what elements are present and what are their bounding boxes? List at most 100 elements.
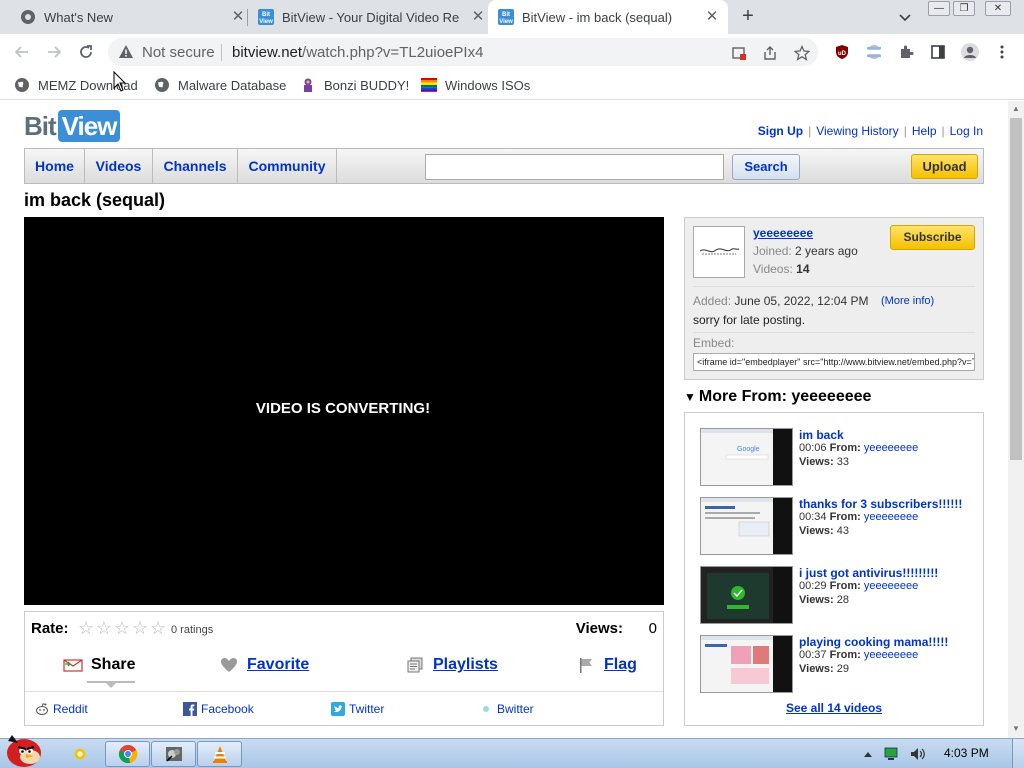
share-reddit-link[interactable]: Reddit bbox=[35, 702, 88, 716]
popup-blocked-icon[interactable] bbox=[730, 44, 748, 62]
video-player[interactable]: VIDEO IS CONVERTING! bbox=[24, 217, 664, 605]
scroll-up-arrow-icon[interactable]: ▲ bbox=[1012, 105, 1020, 113]
search-input[interactable] bbox=[425, 154, 724, 180]
extension-flag-icon[interactable] bbox=[864, 42, 884, 62]
side-panel-icon[interactable] bbox=[928, 42, 948, 62]
tab-bitview-home[interactable]: Bit View BitView - Your Digital Video Re … bbox=[250, 0, 486, 34]
reload-icon[interactable] bbox=[76, 42, 96, 62]
rating-star-icon[interactable]: ☆ bbox=[77, 619, 95, 637]
explorer-folder-icon[interactable] bbox=[72, 746, 88, 762]
close-tab-icon[interactable]: ✕ bbox=[230, 9, 246, 25]
svg-text:Bit: Bit bbox=[502, 12, 510, 18]
start-button-angry-bird-icon[interactable] bbox=[0, 731, 52, 768]
video-title-link[interactable]: im back bbox=[799, 428, 844, 442]
show-desktop-button[interactable] bbox=[1012, 739, 1024, 768]
video-thumbnail[interactable]: Google bbox=[700, 428, 793, 486]
bookmark-bonzi-buddy[interactable]: Bonzi BUDDY! bbox=[300, 77, 409, 93]
kebab-menu-icon[interactable] bbox=[992, 42, 1012, 62]
back-arrow-icon[interactable] bbox=[12, 42, 32, 62]
sign-up-link[interactable]: Sign Up bbox=[758, 124, 803, 138]
address-bar[interactable]: Not secure bitview.net/watch.php?v=TL2ui… bbox=[108, 38, 818, 66]
globe-icon bbox=[154, 77, 170, 93]
share-icon[interactable] bbox=[761, 44, 779, 62]
favorite-button[interactable]: Favorite bbox=[219, 654, 309, 676]
nav-community[interactable]: Community bbox=[238, 149, 337, 183]
taskbar-app-button[interactable] bbox=[151, 741, 196, 767]
bookmark-malware-database[interactable]: Malware Database bbox=[154, 77, 286, 93]
rating-star-icon[interactable]: ☆ bbox=[113, 619, 131, 637]
rating-star-icon[interactable]: ☆ bbox=[95, 619, 113, 637]
video-duration: 00:37 bbox=[799, 649, 827, 661]
taskbar-chrome-button[interactable] bbox=[105, 741, 150, 767]
close-tab-icon[interactable]: ✕ bbox=[704, 9, 720, 25]
uploader-link[interactable]: yeeeeeeee bbox=[864, 649, 918, 661]
flag-button[interactable]: Flag bbox=[576, 654, 637, 676]
rating-star-icon[interactable]: ☆ bbox=[149, 619, 167, 637]
video-title-link[interactable]: i just got antivirus!!!!!!!!! bbox=[799, 566, 938, 580]
warning-icon[interactable] bbox=[118, 44, 134, 60]
more-from-heading[interactable]: ▼ More From: yeeeeeeee bbox=[684, 388, 871, 406]
see-all-videos-link[interactable]: See all 14 videos bbox=[685, 701, 983, 715]
profile-avatar-icon[interactable] bbox=[960, 42, 980, 62]
page-scrollbar[interactable]: ▲ ▼ bbox=[1008, 101, 1024, 738]
nav-home[interactable]: Home bbox=[25, 149, 85, 183]
tab-title: BitView - Your Digital Video Re bbox=[282, 9, 460, 25]
share-bwitter-link[interactable]: Bwitter bbox=[479, 702, 534, 716]
ublock-origin-icon[interactable]: uD bbox=[832, 42, 852, 62]
tab-whats-new[interactable]: What's New ✕ bbox=[12, 0, 246, 34]
ratings-count: 0 ratings bbox=[171, 624, 214, 636]
taskbar-vlc-button[interactable] bbox=[197, 741, 242, 767]
bookmark-windows-isos[interactable]: Windows ISOs bbox=[421, 77, 530, 93]
list-item[interactable]: Google im back 00:06 From: yeeeeeeee Vie… bbox=[700, 428, 978, 486]
viewing-history-link[interactable]: Viewing History bbox=[816, 124, 898, 138]
nav-videos[interactable]: Videos bbox=[85, 149, 153, 183]
help-link[interactable]: Help bbox=[912, 124, 937, 138]
playlists-button[interactable]: Playlists bbox=[405, 654, 498, 676]
url-path: /watch.php?v=TL2uioePIx4 bbox=[302, 44, 484, 61]
uploader-link[interactable]: yeeeeeeee bbox=[864, 580, 918, 592]
uploader-link[interactable]: yeeeeeeee bbox=[864, 511, 918, 523]
upload-button[interactable]: Upload bbox=[911, 154, 978, 179]
scroll-down-arrow-icon[interactable]: ▼ bbox=[1012, 725, 1020, 733]
video-title-link[interactable]: playing cooking mama!!!!! bbox=[799, 635, 948, 649]
list-item[interactable]: thanks for 3 subscribers!!!!!! 00:34 Fro… bbox=[700, 497, 978, 555]
restore-window-icon[interactable]: ❐ bbox=[953, 1, 975, 16]
tray-expand-icon[interactable] bbox=[860, 746, 876, 762]
video-thumbnail[interactable] bbox=[700, 566, 793, 624]
new-tab-icon[interactable]: + bbox=[737, 5, 759, 27]
share-facebook-link[interactable]: Facebook bbox=[183, 702, 254, 716]
forward-arrow-icon[interactable] bbox=[44, 42, 64, 62]
system-clock[interactable]: 4:03 PM bbox=[944, 746, 989, 760]
video-thumbnail[interactable] bbox=[700, 497, 793, 555]
share-button[interactable]: Share bbox=[63, 654, 135, 676]
collapse-triangle-icon[interactable]: ▼ bbox=[684, 390, 696, 404]
channel-name-link[interactable]: yeeeeeeee bbox=[753, 226, 813, 240]
bookmark-star-icon[interactable] bbox=[793, 44, 811, 62]
volume-speaker-icon[interactable] bbox=[910, 746, 926, 762]
channel-avatar[interactable] bbox=[693, 226, 745, 278]
video-title-link[interactable]: thanks for 3 subscribers!!!!!! bbox=[799, 497, 962, 511]
close-tab-icon[interactable]: ✕ bbox=[470, 9, 486, 25]
channel-info-box: yeeeeeeee Joined: 2 years ago Videos: 14… bbox=[684, 217, 984, 380]
list-item[interactable]: i just got antivirus!!!!!!!!! 00:29 From… bbox=[700, 566, 978, 624]
embed-code-field[interactable]: <iframe id="embedplayer" src="http://www… bbox=[693, 353, 975, 371]
list-item[interactable]: playing cooking mama!!!!! 00:37 From: ye… bbox=[700, 635, 978, 693]
log-in-link[interactable]: Log In bbox=[950, 124, 983, 138]
chevron-down-icon[interactable] bbox=[896, 8, 914, 26]
video-thumbnail[interactable] bbox=[700, 635, 793, 693]
extensions-puzzle-icon[interactable] bbox=[896, 42, 916, 62]
nav-channels[interactable]: Channels bbox=[153, 149, 238, 183]
subscribe-button[interactable]: Subscribe bbox=[890, 225, 975, 250]
search-button[interactable]: Search bbox=[732, 154, 800, 180]
network-icon[interactable] bbox=[884, 746, 900, 762]
scrollbar-thumb[interactable] bbox=[1010, 118, 1022, 460]
uploader-link[interactable]: yeeeeeeee bbox=[864, 442, 918, 454]
bitview-logo[interactable]: Bit View bbox=[24, 109, 121, 143]
close-window-icon[interactable]: ✕ bbox=[985, 1, 1011, 16]
rating-star-icon[interactable]: ☆ bbox=[131, 619, 149, 637]
share-twitter-link[interactable]: Twitter bbox=[331, 702, 384, 716]
tab-bitview-watch[interactable]: Bit View BitView - im back (sequal) ✕ bbox=[488, 0, 728, 34]
more-info-link[interactable]: (More info) bbox=[881, 295, 934, 307]
more-info-text[interactable]: (More info) bbox=[881, 295, 934, 307]
minimize-window-icon[interactable]: — bbox=[928, 1, 950, 16]
